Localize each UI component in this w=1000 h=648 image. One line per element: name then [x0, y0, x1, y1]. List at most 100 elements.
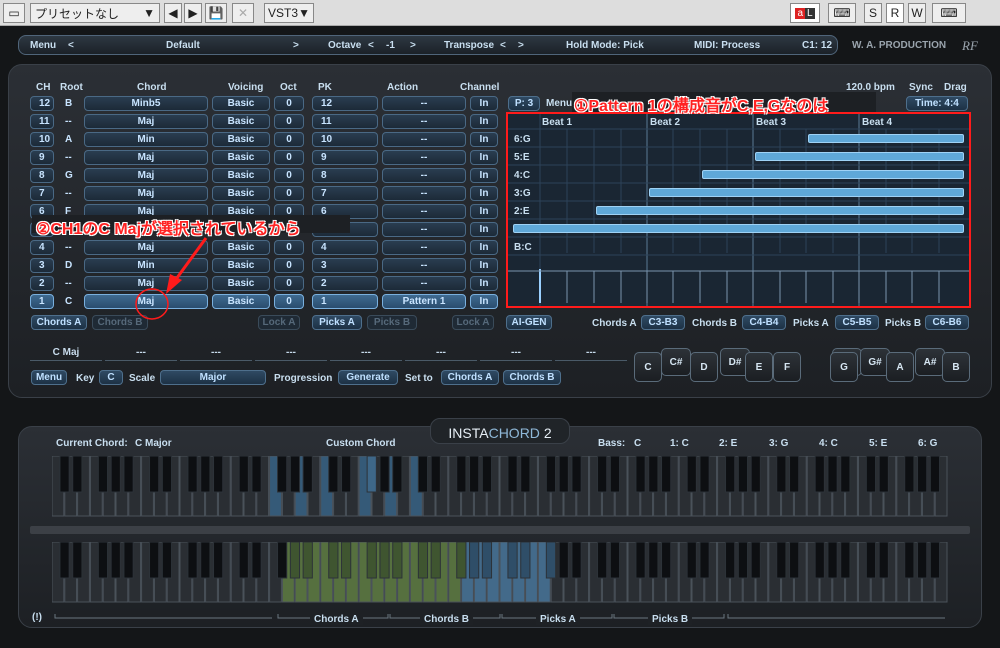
black-key[interactable]	[251, 542, 262, 579]
pk-cell[interactable]: 3	[312, 258, 378, 273]
black-key[interactable]	[814, 542, 825, 579]
black-key[interactable]	[904, 542, 915, 579]
black-key[interactable]	[277, 456, 288, 493]
black-key[interactable]	[392, 456, 403, 493]
black-key[interactable]	[917, 542, 928, 579]
automation-icon[interactable]: aL	[790, 3, 820, 23]
root-cell[interactable]: D	[57, 258, 81, 273]
ch-cell[interactable]: 8	[30, 168, 54, 183]
black-key[interactable]	[609, 542, 621, 579]
black-key[interactable]	[686, 456, 697, 493]
black-key[interactable]	[878, 456, 889, 493]
black-key[interactable]	[379, 456, 390, 493]
black-key[interactable]	[827, 456, 838, 493]
voicing-cell[interactable]: Basic	[212, 276, 270, 291]
ch-cell[interactable]: 4	[30, 240, 54, 255]
black-key[interactable]	[328, 542, 339, 579]
black-key[interactable]	[507, 456, 518, 493]
pk-cell[interactable]: 2	[312, 276, 378, 291]
picks-b-range[interactable]: C6-B6	[925, 315, 969, 330]
black-key[interactable]	[558, 456, 569, 493]
table-row[interactable]: 2 -- Maj Basic 0 2 -- In	[30, 276, 498, 291]
black-key[interactable]	[302, 456, 313, 493]
black-key[interactable]	[97, 542, 109, 579]
black-key[interactable]	[686, 542, 697, 579]
table-row[interactable]: 3 D Min Basic 0 3 -- In	[30, 258, 498, 273]
black-key[interactable]	[149, 542, 160, 579]
channel-cell[interactable]: In	[470, 96, 498, 111]
black-key[interactable]	[481, 542, 493, 579]
voicing-cell[interactable]: Basic	[212, 168, 270, 183]
black-key[interactable]	[417, 456, 429, 493]
root-cell[interactable]: A	[57, 132, 81, 147]
note-key-c[interactable]: C	[634, 352, 662, 382]
host-menu-icon[interactable]: ▭	[3, 3, 25, 23]
action-cell[interactable]: --	[382, 96, 466, 111]
black-key[interactable]	[776, 456, 787, 493]
note-key-e[interactable]: E	[745, 352, 773, 382]
black-key[interactable]	[661, 456, 672, 493]
black-key[interactable]	[840, 456, 851, 493]
channel-cell[interactable]: In	[470, 132, 498, 147]
progression-slot[interactable]: ---	[555, 345, 627, 361]
preset-name[interactable]: Default	[166, 40, 200, 51]
action-cell[interactable]: --	[382, 168, 466, 183]
black-key[interactable]	[161, 542, 173, 579]
action-cell[interactable]: --	[382, 222, 466, 237]
black-key[interactable]	[635, 542, 646, 579]
black-key[interactable]	[558, 542, 569, 579]
note-key-f[interactable]: F	[773, 352, 801, 382]
root-cell[interactable]: --	[57, 150, 81, 165]
root-cell[interactable]: C	[57, 294, 81, 309]
prev-preset-button[interactable]: ◀	[164, 3, 182, 23]
black-key[interactable]	[72, 542, 83, 579]
hold-mode[interactable]: Hold Mode: Pick	[566, 40, 644, 51]
black-key[interactable]	[149, 456, 160, 493]
oct-cell[interactable]: 0	[274, 168, 304, 183]
keyboard-icon[interactable]: ⌨	[828, 3, 856, 23]
oct-cell[interactable]: 0	[274, 150, 304, 165]
generate-button[interactable]: Generate	[338, 370, 398, 385]
progression-slot[interactable]: ---	[105, 345, 177, 361]
note-key-g[interactable]: G	[830, 352, 858, 382]
channel-cell[interactable]: In	[470, 114, 498, 129]
action-cell[interactable]: --	[382, 186, 466, 201]
progression-menu-button[interactable]: Menu	[31, 370, 67, 385]
table-row[interactable]: 1 C Maj Basic 0 1 Pattern 1 In	[30, 294, 498, 309]
black-key[interactable]	[430, 456, 441, 493]
picks-a-tab[interactable]: Picks A	[312, 315, 362, 330]
black-key[interactable]	[789, 542, 800, 579]
note-key-a-sharp[interactable]: A#	[915, 348, 945, 376]
black-key[interactable]	[379, 542, 390, 579]
voicing-cell[interactable]: Basic	[212, 240, 270, 255]
ch-cell[interactable]: 10	[30, 132, 54, 147]
chords-a-range[interactable]: C3-B3	[641, 315, 685, 330]
black-key[interactable]	[456, 542, 467, 579]
black-key[interactable]	[699, 542, 710, 579]
root-cell[interactable]: --	[57, 240, 81, 255]
black-key[interactable]	[597, 542, 608, 579]
ai-gen-button[interactable]: AI-GEN	[506, 315, 552, 330]
black-key[interactable]	[609, 456, 621, 493]
ch-cell[interactable]: 3	[30, 258, 54, 273]
black-key[interactable]	[341, 456, 352, 493]
action-cell[interactable]: --	[382, 132, 466, 147]
oct-cell[interactable]: 0	[274, 258, 304, 273]
c1-setting[interactable]: C1: 12	[802, 40, 832, 51]
table-row[interactable]: 8 G Maj Basic 0 8 -- In	[30, 168, 498, 183]
preset-prev-button[interactable]: <	[68, 40, 74, 51]
channel-cell[interactable]: In	[470, 150, 498, 165]
transpose-next-button[interactable]: >	[518, 40, 524, 51]
black-key[interactable]	[481, 456, 493, 493]
progression-slot[interactable]: ---	[180, 345, 252, 361]
black-key[interactable]	[635, 456, 646, 493]
black-key[interactable]	[213, 456, 224, 493]
pk-cell[interactable]: 11	[312, 114, 378, 129]
black-key[interactable]	[776, 542, 787, 579]
black-key[interactable]	[277, 542, 288, 579]
w-button[interactable]: W	[908, 3, 926, 23]
black-key[interactable]	[469, 542, 480, 579]
action-cell[interactable]: --	[382, 114, 466, 129]
pk-cell[interactable]: 1	[312, 294, 378, 309]
note-key-a[interactable]: A	[886, 352, 914, 382]
